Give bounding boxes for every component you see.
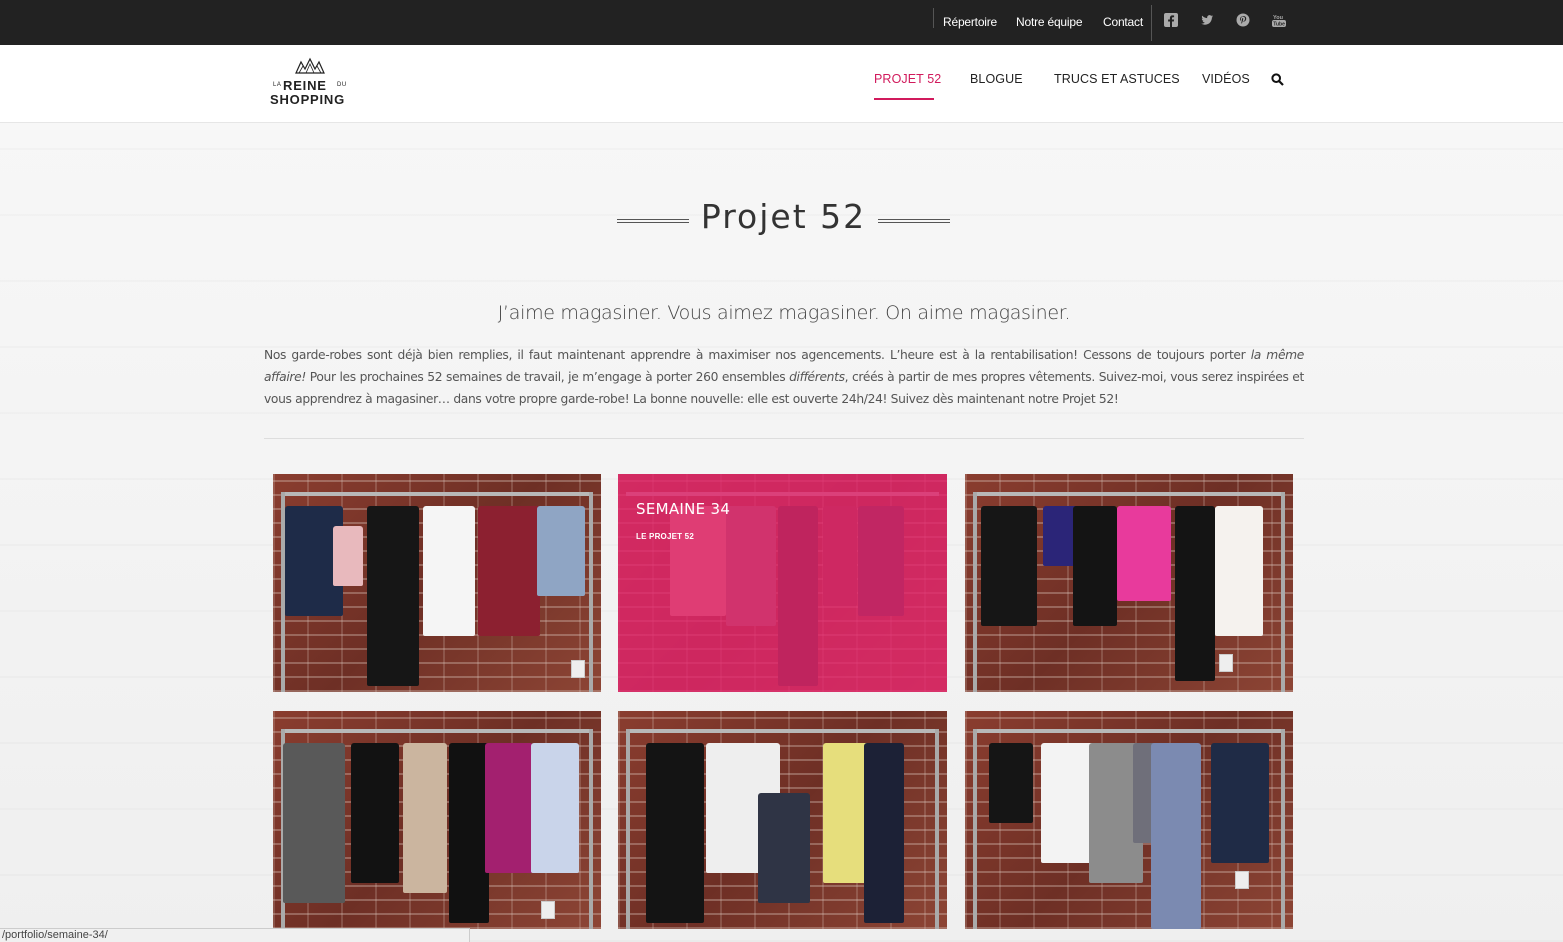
portfolio-tile[interactable] [618, 711, 947, 929]
portfolio-tile[interactable] [965, 711, 1293, 929]
garment [1117, 506, 1171, 601]
nav-blogue[interactable]: BLOGUE [970, 72, 1023, 86]
top-bar-separator [1151, 5, 1152, 41]
page-title-block: Projet 52 [617, 195, 950, 239]
wall-outlet [571, 660, 585, 678]
logo-shopping: SHOPPING [270, 92, 346, 107]
intro-emphasis-2: différents [789, 370, 845, 384]
garment [758, 793, 810, 903]
garment [1151, 743, 1201, 929]
search-icon[interactable] [1271, 73, 1284, 86]
site-header: LA REINE DU SHOPPING PROJET 52 BLOGUE TR… [0, 45, 1563, 123]
garment [478, 506, 540, 636]
garment [537, 506, 585, 596]
title-decoration-right [878, 219, 950, 223]
twitter-icon[interactable] [1200, 13, 1214, 27]
rail-post [1281, 492, 1285, 692]
garment [646, 743, 704, 923]
logo-la: LA [273, 82, 282, 88]
toplink-contact[interactable]: Contact [1103, 15, 1143, 29]
browser-status-bar: /portfolio/semaine-34/ [0, 928, 470, 942]
section-divider [264, 438, 1304, 439]
rail-post [589, 729, 593, 929]
facebook-icon[interactable] [1164, 13, 1178, 27]
nav-projet-52[interactable]: PROJET 52 [874, 72, 941, 86]
garment [485, 743, 533, 873]
clothing-rail [626, 729, 939, 733]
garment [981, 506, 1037, 626]
rail-post [1281, 729, 1285, 929]
portfolio-tile[interactable] [273, 711, 601, 929]
garment [333, 526, 363, 586]
garment [989, 743, 1033, 823]
nav-trucs-et-astuces[interactable]: TRUCS ET ASTUCES [1054, 72, 1180, 86]
toplink-repertoire[interactable]: Répertoire [943, 15, 997, 29]
nav-active-underline [874, 98, 934, 100]
rail-post [626, 729, 630, 929]
garment [1073, 506, 1117, 626]
clothing-rail [281, 729, 593, 733]
logo-reine: REINE [283, 78, 327, 93]
clothing-rail [973, 729, 1285, 733]
garment [1215, 506, 1263, 636]
page-title: Projet 52 [700, 197, 867, 236]
svg-text:Tube: Tube [1273, 22, 1285, 27]
garment [351, 743, 399, 883]
page-subtitle: J’aime magasiner. Vous aimez magasiner. … [497, 302, 1071, 324]
intro-text-1: Nos garde-robes sont déjà bien remplies,… [264, 348, 1251, 362]
garment [367, 506, 419, 686]
wall-outlet [1235, 871, 1249, 889]
intro-text-2: Pour les prochaines 52 semaines de trava… [305, 370, 790, 384]
portfolio-tile-hovered[interactable]: SEMAINE 34 LE PROJET 52 [618, 474, 947, 692]
pinterest-icon[interactable] [1236, 13, 1250, 27]
site-logo[interactable]: LA REINE DU SHOPPING [268, 57, 352, 109]
top-bar: Répertoire Notre équipe Contact You Tube [0, 0, 1563, 45]
top-bar-separator [933, 8, 934, 28]
wall-outlet [1219, 654, 1233, 672]
intro-paragraph: Nos garde-robes sont déjà bien remplies,… [264, 344, 1304, 410]
rail-post [973, 492, 977, 692]
nav-videos[interactable]: VIDÉOS [1202, 72, 1250, 86]
clothing-rail [281, 492, 593, 496]
garment [1175, 506, 1215, 681]
tile-title[interactable]: SEMAINE 34 [636, 500, 730, 518]
rail-post [589, 492, 593, 692]
garment [403, 743, 447, 893]
wall-outlet [541, 901, 555, 919]
garment [864, 743, 904, 923]
logo-du: DU [337, 82, 347, 88]
portfolio-tile[interactable] [965, 474, 1293, 692]
garment [449, 743, 489, 923]
garment [1211, 743, 1269, 863]
toplink-notre-equipe[interactable]: Notre équipe [1016, 15, 1083, 29]
crown-icon [295, 57, 325, 74]
garment [283, 743, 345, 903]
rail-post [935, 729, 939, 929]
tile-category[interactable]: LE PROJET 52 [636, 532, 694, 541]
clothing-rail [973, 492, 1285, 496]
youtube-icon[interactable]: You Tube [1272, 13, 1286, 27]
rail-post [973, 729, 977, 929]
garment [531, 743, 579, 873]
portfolio-tile[interactable] [273, 474, 601, 692]
garment [423, 506, 475, 636]
